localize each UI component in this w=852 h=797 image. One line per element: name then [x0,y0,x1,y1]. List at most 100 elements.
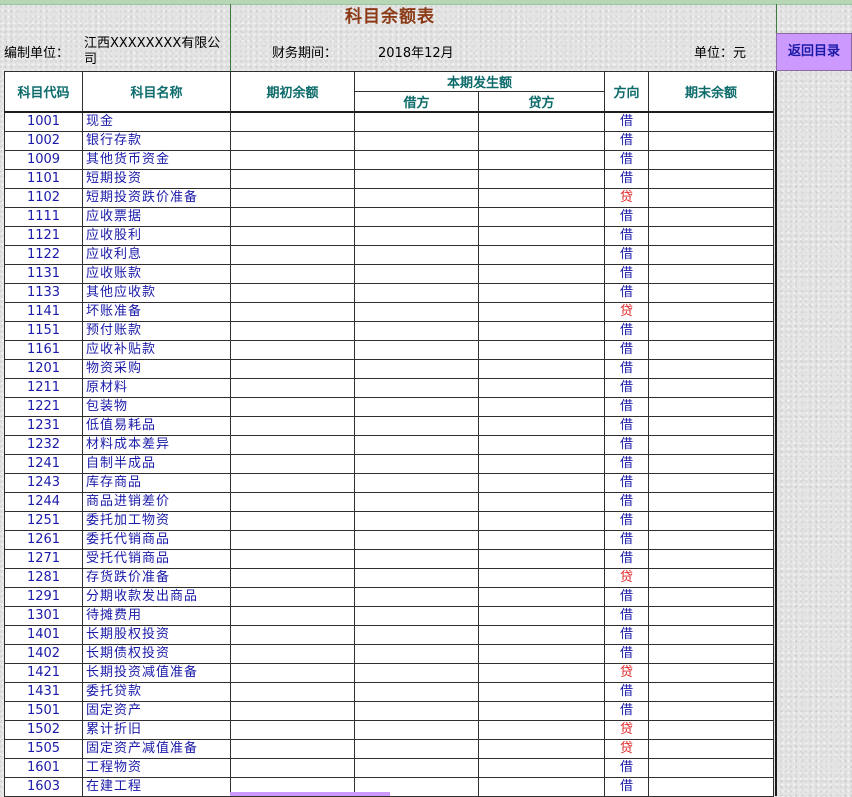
credit-amount-cell[interactable] [478,511,605,531]
direction-cell[interactable]: 借 [604,169,649,189]
closing-balance-cell[interactable] [648,111,774,132]
account-code-cell[interactable]: 1603 [4,777,83,797]
account-code-cell[interactable]: 1251 [4,511,83,531]
debit-amount-cell[interactable] [354,492,479,512]
debit-amount-cell[interactable] [354,302,479,322]
account-name-cell[interactable]: 应收票据 [82,207,231,227]
debit-amount-cell[interactable] [354,131,479,151]
opening-balance-cell[interactable] [230,549,355,569]
account-name-cell[interactable]: 应收股利 [82,226,231,246]
account-code-cell[interactable]: 1421 [4,663,83,683]
opening-balance-cell[interactable] [230,283,355,303]
account-code-cell[interactable]: 1301 [4,606,83,626]
closing-balance-cell[interactable] [648,340,774,360]
opening-balance-cell[interactable] [230,606,355,626]
account-name-cell[interactable]: 包装物 [82,397,231,417]
direction-cell[interactable]: 借 [604,454,649,474]
closing-balance-cell[interactable] [648,245,774,265]
direction-cell[interactable]: 借 [604,245,649,265]
debit-amount-cell[interactable] [354,378,479,398]
closing-balance-cell[interactable] [648,435,774,455]
direction-cell[interactable]: 借 [604,131,649,151]
closing-balance-cell[interactable] [648,226,774,246]
account-code-cell[interactable]: 1009 [4,150,83,170]
direction-cell[interactable]: 贷 [604,663,649,683]
direction-cell[interactable]: 贷 [604,739,649,759]
account-code-cell[interactable]: 1111 [4,207,83,227]
direction-cell[interactable]: 借 [604,644,649,664]
account-name-cell[interactable]: 预付账款 [82,321,231,341]
credit-amount-cell[interactable] [478,245,605,265]
opening-balance-cell[interactable] [230,321,355,341]
debit-amount-cell[interactable] [354,549,479,569]
account-name-cell[interactable]: 委托代销商品 [82,530,231,550]
debit-amount-cell[interactable] [354,720,479,740]
opening-balance-cell[interactable] [230,644,355,664]
closing-balance-cell[interactable] [648,777,774,797]
account-code-cell[interactable]: 1121 [4,226,83,246]
direction-cell[interactable]: 借 [604,511,649,531]
closing-balance-cell[interactable] [648,416,774,436]
credit-amount-cell[interactable] [478,625,605,645]
direction-cell[interactable]: 借 [604,549,649,569]
account-name-cell[interactable]: 坏账准备 [82,302,231,322]
closing-balance-cell[interactable] [648,701,774,721]
credit-amount-cell[interactable] [478,150,605,170]
account-name-cell[interactable]: 委托加工物资 [82,511,231,531]
account-name-cell[interactable]: 长期股权投资 [82,625,231,645]
account-name-cell[interactable]: 存货跌价准备 [82,568,231,588]
credit-amount-cell[interactable] [478,283,605,303]
closing-balance-cell[interactable] [648,378,774,398]
account-code-cell[interactable]: 1281 [4,568,83,588]
direction-cell[interactable]: 借 [604,359,649,379]
account-code-cell[interactable]: 1261 [4,530,83,550]
opening-balance-cell[interactable] [230,111,355,132]
account-code-cell[interactable]: 1201 [4,359,83,379]
account-name-cell[interactable]: 其他货币资金 [82,150,231,170]
account-code-cell[interactable]: 1601 [4,758,83,778]
credit-amount-cell[interactable] [478,701,605,721]
opening-balance-cell[interactable] [230,378,355,398]
account-name-cell[interactable]: 短期投资跌价准备 [82,188,231,208]
closing-balance-cell[interactable] [648,264,774,284]
account-name-cell[interactable]: 分期收款发出商品 [82,587,231,607]
direction-cell[interactable]: 借 [604,321,649,341]
debit-amount-cell[interactable] [354,416,479,436]
opening-balance-cell[interactable] [230,530,355,550]
opening-balance-cell[interactable] [230,701,355,721]
direction-cell[interactable]: 借 [604,587,649,607]
opening-balance-cell[interactable] [230,226,355,246]
debit-amount-cell[interactable] [354,682,479,702]
debit-amount-cell[interactable] [354,188,479,208]
closing-balance-cell[interactable] [648,188,774,208]
closing-balance-cell[interactable] [648,530,774,550]
account-code-cell[interactable]: 1221 [4,397,83,417]
account-name-cell[interactable]: 受托代销商品 [82,549,231,569]
closing-balance-cell[interactable] [648,492,774,512]
debit-amount-cell[interactable] [354,568,479,588]
credit-amount-cell[interactable] [478,131,605,151]
credit-amount-cell[interactable] [478,454,605,474]
account-code-cell[interactable]: 1161 [4,340,83,360]
opening-balance-cell[interactable] [230,435,355,455]
closing-balance-cell[interactable] [648,587,774,607]
direction-cell[interactable]: 借 [604,397,649,417]
opening-balance-cell[interactable] [230,340,355,360]
account-name-cell[interactable]: 固定资产 [82,701,231,721]
account-code-cell[interactable]: 1002 [4,131,83,151]
account-name-cell[interactable]: 物资采购 [82,359,231,379]
credit-amount-cell[interactable] [478,473,605,493]
direction-cell[interactable]: 借 [604,264,649,284]
opening-balance-cell[interactable] [230,302,355,322]
account-name-cell[interactable]: 短期投资 [82,169,231,189]
account-name-cell[interactable]: 在建工程 [82,777,231,797]
account-name-cell[interactable]: 材料成本差异 [82,435,231,455]
credit-amount-cell[interactable] [478,302,605,322]
credit-amount-cell[interactable] [478,587,605,607]
debit-amount-cell[interactable] [354,150,479,170]
account-name-cell[interactable]: 待摊费用 [82,606,231,626]
opening-balance-cell[interactable] [230,169,355,189]
direction-cell[interactable]: 借 [604,701,649,721]
account-name-cell[interactable]: 商品进销差价 [82,492,231,512]
debit-amount-cell[interactable] [354,321,479,341]
